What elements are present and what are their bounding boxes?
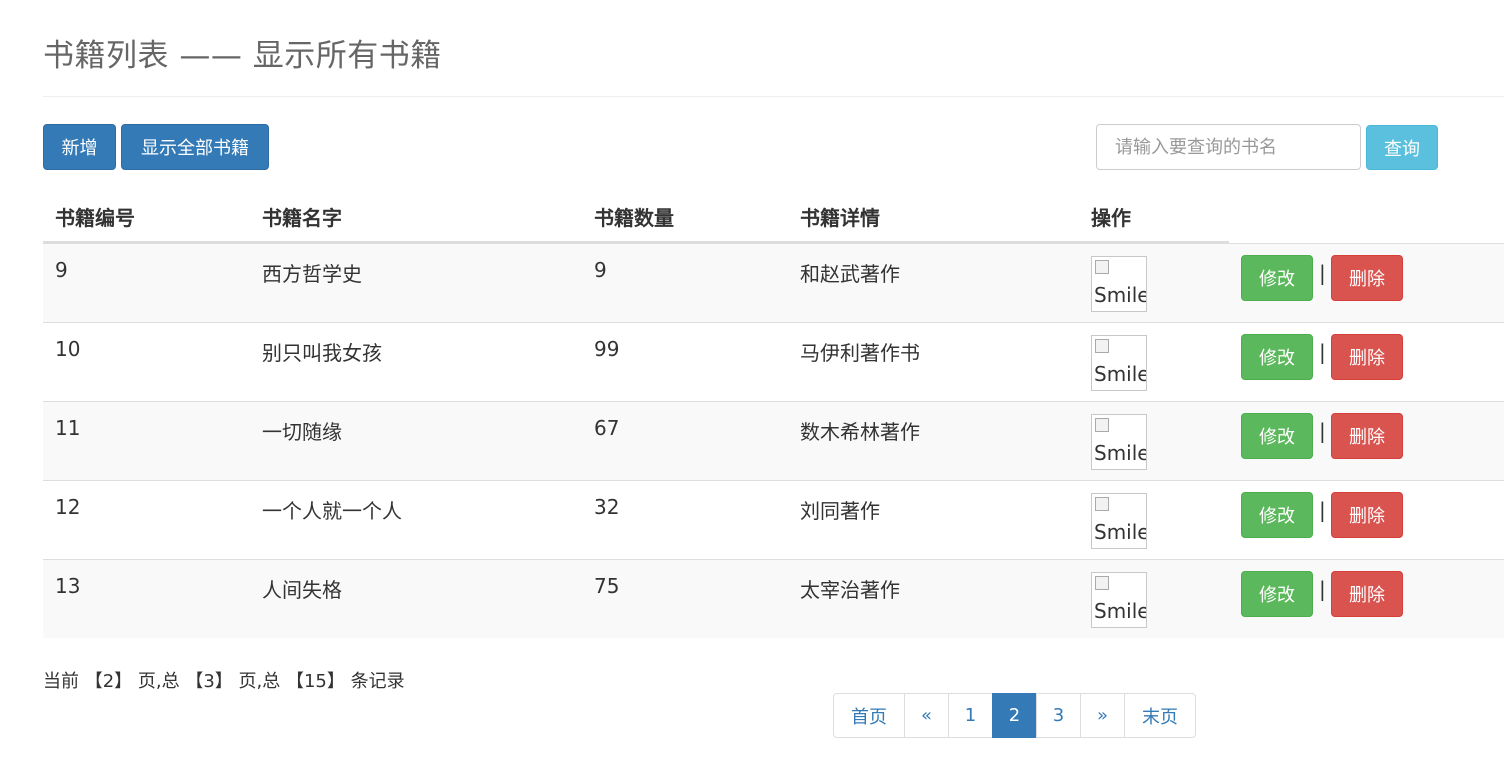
table-row: 9 西方哲学史 9 和赵武著作 Smile 修改 | 删除 — [43, 243, 1504, 322]
book-detail: 数木希林著作 — [800, 420, 920, 444]
delete-button[interactable]: 删除 — [1331, 571, 1403, 617]
page-title: 书籍列表 —— 显示所有书籍 — [43, 38, 442, 74]
book-image: Smile — [1091, 335, 1147, 391]
table-row: 10 别只叫我女孩 99 马伊利著作书 Smile 修改 | 删除 — [43, 322, 1504, 401]
delete-button[interactable]: 删除 — [1331, 255, 1403, 301]
action-separator: | — [1319, 340, 1326, 364]
last-page-link[interactable]: 末页 — [1124, 693, 1196, 738]
action-separator: | — [1319, 498, 1326, 522]
action-separator: | — [1319, 419, 1326, 443]
book-count: 99 — [594, 337, 620, 361]
delete-button[interactable]: 删除 — [1331, 413, 1403, 459]
broken-image-icon — [1095, 260, 1109, 274]
book-name: 别只叫我女孩 — [262, 341, 382, 365]
add-book-button[interactable]: 新增 — [43, 124, 116, 170]
pagination: 首页 « 1 2 3 » 末页 — [833, 693, 1196, 738]
delete-button[interactable]: 删除 — [1331, 492, 1403, 538]
action-separator: | — [1319, 261, 1326, 285]
image-alt-text: Smile — [1094, 441, 1147, 465]
column-header-count: 书籍数量 — [594, 206, 674, 230]
table-row: 13 人间失格 75 太宰治著作 Smile 修改 | 删除 — [43, 559, 1504, 638]
book-image: Smile — [1091, 256, 1147, 312]
edit-button[interactable]: 修改 — [1241, 571, 1313, 617]
page-link-3[interactable]: 3 — [1036, 693, 1081, 738]
book-name: 一个人就一个人 — [262, 499, 402, 523]
action-separator: | — [1319, 577, 1326, 601]
book-id: 12 — [55, 495, 81, 519]
book-search-input[interactable] — [1096, 124, 1361, 170]
image-alt-text: Smile — [1094, 520, 1147, 544]
table-header: 书籍编号 书籍名字 书籍数量 书籍详情 操作 — [43, 188, 1504, 243]
broken-image-icon — [1095, 418, 1109, 432]
book-id: 9 — [55, 258, 68, 282]
book-count: 32 — [594, 495, 620, 519]
broken-image-icon — [1095, 497, 1109, 511]
edit-button[interactable]: 修改 — [1241, 334, 1313, 380]
column-header-actions: 操作 — [1091, 206, 1131, 230]
edit-button[interactable]: 修改 — [1241, 492, 1313, 538]
book-count: 67 — [594, 416, 620, 440]
book-detail: 和赵武著作 — [800, 262, 900, 286]
book-detail: 刘同著作 — [800, 499, 880, 523]
first-page-link[interactable]: 首页 — [833, 693, 905, 738]
delete-button[interactable]: 删除 — [1331, 334, 1403, 380]
broken-image-icon — [1095, 576, 1109, 590]
edit-button[interactable]: 修改 — [1241, 255, 1313, 301]
book-id: 13 — [55, 574, 81, 598]
query-button[interactable]: 查询 — [1366, 125, 1438, 170]
book-detail: 太宰治著作 — [800, 578, 900, 602]
book-detail: 马伊利著作书 — [800, 341, 920, 365]
book-image: Smile — [1091, 572, 1147, 628]
book-id: 11 — [55, 416, 81, 440]
book-image: Smile — [1091, 414, 1147, 470]
image-alt-text: Smile — [1094, 283, 1147, 307]
book-name: 西方哲学史 — [262, 262, 362, 286]
next-page-link[interactable]: » — [1080, 693, 1125, 738]
image-alt-text: Smile — [1094, 362, 1147, 386]
book-count: 9 — [594, 258, 607, 282]
show-all-books-button[interactable]: 显示全部书籍 — [121, 124, 269, 170]
book-id: 10 — [55, 337, 81, 361]
book-name: 人间失格 — [262, 578, 342, 602]
column-header-name: 书籍名字 — [262, 206, 342, 230]
book-image: Smile — [1091, 493, 1147, 549]
title-divider — [43, 96, 1504, 97]
page-link-2-current[interactable]: 2 — [992, 693, 1037, 738]
image-alt-text: Smile — [1094, 599, 1147, 623]
column-header-id: 书籍编号 — [55, 206, 135, 230]
column-header-detail: 书籍详情 — [800, 206, 880, 230]
page: 书籍列表 —— 显示所有书籍 新增 显示全部书籍 查询 书籍编号 书籍名字 书籍… — [0, 0, 1504, 784]
table-row: 11 一切随缘 67 数木希林著作 Smile 修改 | 删除 — [43, 401, 1504, 480]
prev-page-link[interactable]: « — [904, 693, 949, 738]
page-link-1[interactable]: 1 — [948, 693, 993, 738]
book-name: 一切随缘 — [262, 420, 342, 444]
broken-image-icon — [1095, 339, 1109, 353]
book-count: 75 — [594, 574, 620, 598]
table-row: 12 一个人就一个人 32 刘同著作 Smile 修改 | 删除 — [43, 480, 1504, 559]
edit-button[interactable]: 修改 — [1241, 413, 1313, 459]
page-info: 当前 【2】 页,总 【3】 页,总 【15】 条记录 — [43, 671, 405, 692]
